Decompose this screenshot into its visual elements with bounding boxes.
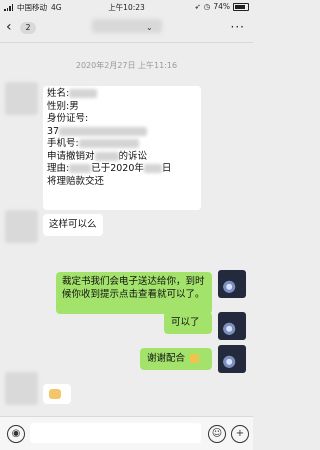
chevron-down-icon[interactable]: ⌄ [146,23,153,32]
message-line: 将理赔款交还 [47,175,105,187]
thumbs-up-icon [190,354,200,363]
redacted-phone [78,139,139,148]
back-icon[interactable]: ‹ [6,20,12,34]
message-bubble[interactable]: 裁定书我们会电子送达给你，到时候你收到提示点击查看就可以了。 [56,272,212,314]
redacted-id [59,126,148,136]
avatar[interactable] [5,210,38,243]
message-bubble[interactable]: 谢谢配合 [140,348,212,370]
battery-icon [233,2,249,11]
avatar[interactable] [5,82,38,115]
battery-percent: 74% [213,2,230,11]
message-line: 理由: 已于2020年日 [47,163,172,174]
alarm-icon: ◷ [203,2,211,11]
location-icon: ➶ [194,2,201,11]
message-text: 这样可以么 [49,219,97,230]
message-bubble[interactable] [43,384,71,404]
wave-emoji-icon [49,388,61,399]
message-line: 申请撤销对 的诉讼 [47,150,148,162]
avatar[interactable] [218,345,246,373]
message-timestamp: 2020年2月27日 上午11:16 [75,61,178,70]
message-bubble[interactable]: 姓名: 性别:男 身份证号: 37 手机号: 申请撤销对 的诉讼 理由: 已于202… [43,86,201,210]
chat-header: ‹ 2 ⌄ ··· [0,14,253,43]
message-line: 性别:男 [47,100,79,112]
input-bar: ◉ ☺ + [0,416,253,450]
avatar[interactable] [5,372,38,405]
plus-icon[interactable]: + [231,425,249,443]
status-bar: 中国移动 4G 上午10:23 ➶ ◷ 74% [0,0,253,14]
message-line: 姓名: [47,88,197,101]
avatar[interactable] [218,270,246,298]
voice-icon[interactable]: ◉ [7,425,25,443]
message-line: 37 [47,126,197,139]
message-line: 身份证号: [47,113,89,124]
avatar[interactable] [218,312,246,340]
unread-badge[interactable]: 2 [20,22,36,34]
message-bubble[interactable]: 可以了 [164,312,212,334]
message-text: 裁定书我们会电子送达给你，到时候你收到提示点击查看就可以了。 [62,276,205,300]
message-text: 谢谢配合 [147,353,186,364]
message-text: 可以了 [171,317,200,328]
emoji-icon[interactable]: ☺ [208,425,226,443]
message-line: 手机号: [47,138,197,151]
message-input[interactable] [30,423,201,443]
more-options-icon[interactable]: ··· [231,20,245,34]
redacted-name [69,89,98,98]
message-bubble[interactable]: 这样可以么 [43,214,103,236]
